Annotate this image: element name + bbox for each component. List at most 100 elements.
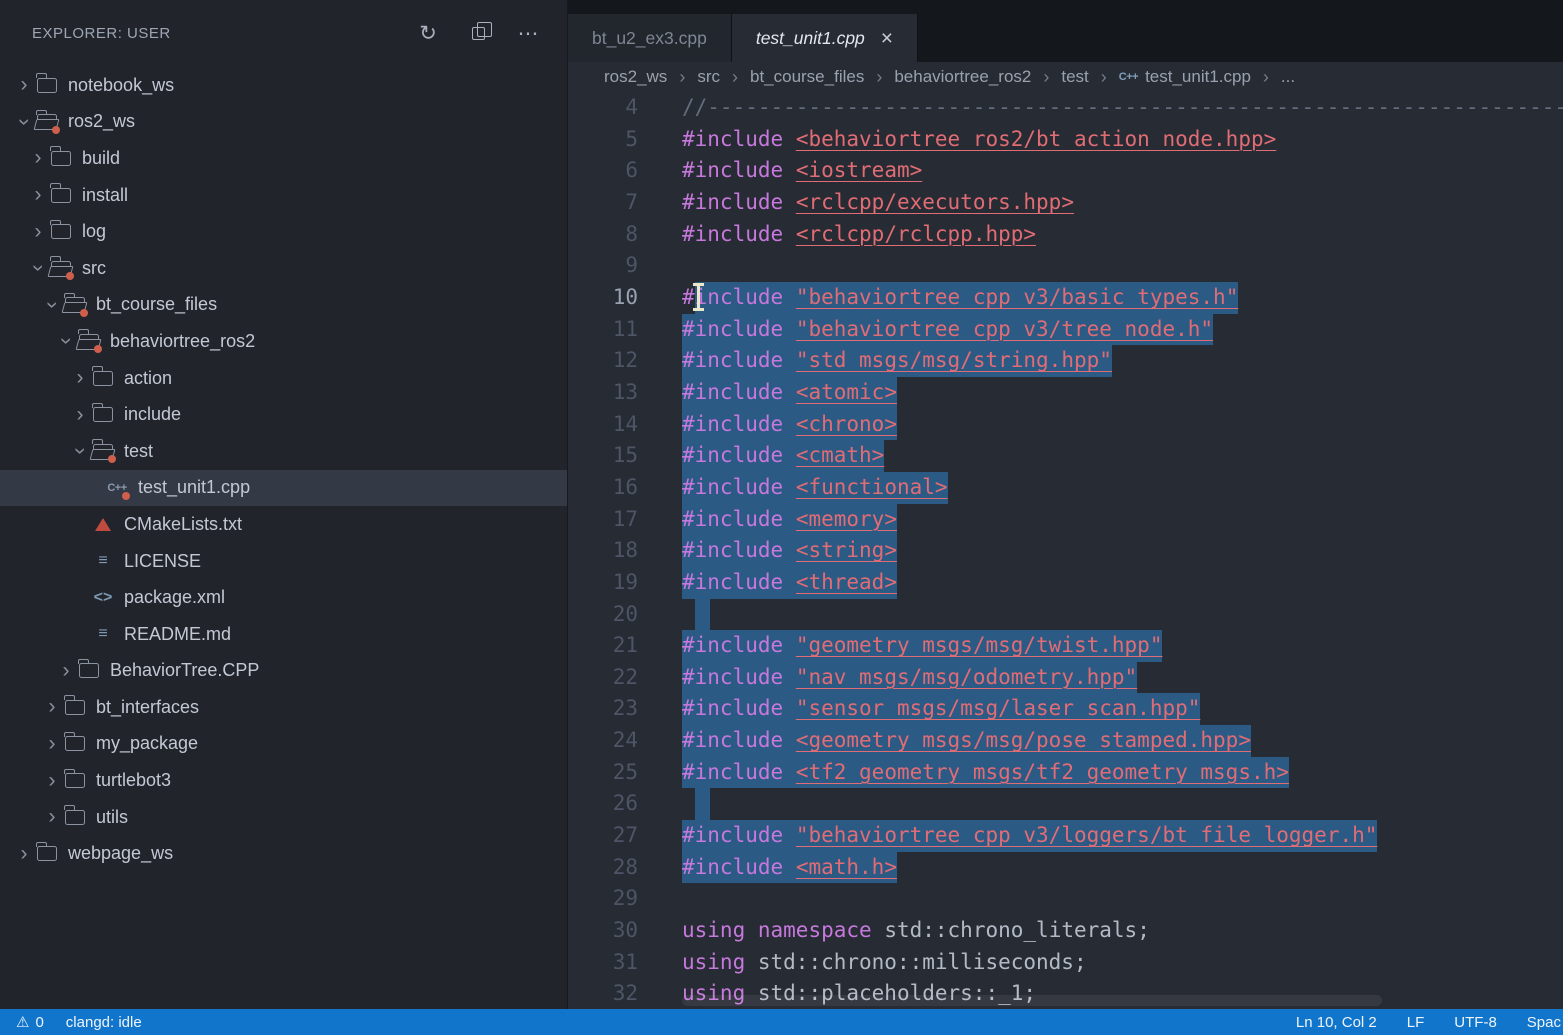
breadcrumb-item[interactable]: ... <box>1281 67 1295 87</box>
tree-item-label: my_package <box>95 733 198 754</box>
encoding-indicator[interactable]: UTF-8 <box>1454 1014 1497 1031</box>
tree-item-ros2-ws[interactable]: ›ros2_ws <box>0 104 567 141</box>
tree-item-include[interactable]: ›include <box>0 396 567 433</box>
tab-test-unit1-cpp[interactable]: test_unit1.cpp× <box>732 14 918 62</box>
code-line-29[interactable]: 29 <box>568 883 1563 915</box>
tree-item-webpage-ws[interactable]: ›webpage_ws <box>0 835 567 872</box>
tree-item-label: install <box>81 185 128 206</box>
token-str: <tf2_geometry_msgs/tf2_geometry_msgs.h> <box>796 760 1289 784</box>
code-line-17[interactable]: 17#include <memory> <box>568 504 1563 536</box>
code-line-6[interactable]: 6#include <iostream> <box>568 155 1563 187</box>
tree-item-install[interactable]: ›install <box>0 177 567 214</box>
breadcrumb-item[interactable]: C++test_unit1.cpp <box>1119 67 1251 87</box>
breadcrumb-label: test_unit1.cpp <box>1145 67 1251 87</box>
code-line-28[interactable]: 28#include <math.h> <box>568 852 1563 884</box>
token-kw: #include <box>682 696 783 720</box>
gutter-gap <box>638 725 682 757</box>
token-kw: #include <box>682 633 783 657</box>
tree-item-behaviortree-ros2[interactable]: ›behaviortree_ros2 <box>0 323 567 360</box>
breadcrumb-label: ros2_ws <box>604 67 667 87</box>
token-pl <box>783 190 796 214</box>
line-number: 29 <box>568 883 638 915</box>
tree-item-action[interactable]: ›action <box>0 360 567 397</box>
code-line-15[interactable]: 15#include <cmath> <box>568 440 1563 472</box>
tree-item-test-unit1-cpp[interactable]: C++test_unit1.cpp <box>0 470 567 507</box>
tree-item-label: include <box>123 404 181 425</box>
explorer-header: EXPLORER: USER ↻⋯ <box>0 0 567 66</box>
token-pl <box>783 760 796 784</box>
code-line-9[interactable]: 9 <box>568 250 1563 282</box>
clangd-status[interactable]: clangd: idle <box>66 1014 142 1031</box>
code-line-7[interactable]: 7#include <rclcpp/executors.hpp> <box>568 187 1563 219</box>
tree-item-label: turtlebot3 <box>95 770 171 791</box>
cursor-position-indicator[interactable]: Ln 10, Col 2 <box>1296 1014 1377 1031</box>
breadcrumb-item[interactable]: ros2_ws <box>604 67 667 87</box>
file-tree: ›notebook_ws›ros2_ws›build›install›log›s… <box>0 66 567 1009</box>
code-line-16[interactable]: 16#include <functional> <box>568 472 1563 504</box>
line-number: 13 <box>568 377 638 409</box>
tree-item-turtlebot3[interactable]: ›turtlebot3 <box>0 762 567 799</box>
tree-item-build[interactable]: ›build <box>0 140 567 177</box>
indentation-indicator[interactable]: Spac <box>1527 1014 1561 1031</box>
code-line-18[interactable]: 18#include <string> <box>568 535 1563 567</box>
code-line-12[interactable]: 12#include "std_msgs/msg/string.hpp" <box>568 345 1563 377</box>
chevron-right-icon: › <box>12 842 36 866</box>
gutter-gap <box>638 250 682 282</box>
breadcrumb-item[interactable]: test <box>1061 67 1088 87</box>
tree-item-test[interactable]: ›test <box>0 433 567 470</box>
gutter-gap <box>638 377 682 409</box>
tree-item-license[interactable]: ≡LICENSE <box>0 543 567 580</box>
code-line-11[interactable]: 11#include "behaviortree_cpp_v3/tree_nod… <box>568 314 1563 346</box>
code-line-8[interactable]: 8#include <rclcpp/rclcpp.hpp> <box>568 219 1563 251</box>
token-kw: #include <box>682 127 783 151</box>
tree-item-readme-md[interactable]: ≡README.md <box>0 616 567 653</box>
tree-item-log[interactable]: ›log <box>0 213 567 250</box>
gutter-gap <box>638 345 682 377</box>
tree-item-my-package[interactable]: ›my_package <box>0 726 567 763</box>
tree-item-package-xml[interactable]: <>package.xml <box>0 579 567 616</box>
line-number: 5 <box>568 124 638 156</box>
token-str: <memory> <box>796 507 897 531</box>
eol-indicator[interactable]: LF <box>1407 1014 1425 1031</box>
code-line-21[interactable]: 21#include "geometry_msgs/msg/twist.hpp" <box>568 630 1563 662</box>
tree-item-src[interactable]: ›src <box>0 250 567 287</box>
code-line-10[interactable]: 10#include "behaviortree_cpp_v3/basic_ty… <box>568 282 1563 314</box>
line-number: 32 <box>568 978 638 1009</box>
code-line-22[interactable]: 22#include "nav_msgs/msg/odometry.hpp" <box>568 662 1563 694</box>
code-line-4[interactable]: 4//-------------------------------------… <box>568 92 1563 124</box>
refresh-icon[interactable]: ↻ <box>417 22 439 44</box>
tree-item-notebook-ws[interactable]: ›notebook_ws <box>0 67 567 104</box>
tree-item-cmakelists-txt[interactable]: CMakeLists.txt <box>0 506 567 543</box>
horizontal-scrollbar[interactable] <box>682 995 1382 1006</box>
code-editor[interactable]: 4//-------------------------------------… <box>568 92 1563 1009</box>
more-actions-icon[interactable]: ⋯ <box>517 22 539 44</box>
tree-item-label: log <box>81 221 106 242</box>
warning-icon: ⚠ <box>16 1013 29 1031</box>
code-line-30[interactable]: 30using namespace std::chrono_literals; <box>568 915 1563 947</box>
line-number: 21 <box>568 630 638 662</box>
code-line-14[interactable]: 14#include <chrono> <box>568 409 1563 441</box>
code-line-31[interactable]: 31using std::chrono::milliseconds; <box>568 947 1563 979</box>
code-line-23[interactable]: 23#include "sensor_msgs/msg/laser_scan.h… <box>568 693 1563 725</box>
breadcrumb-item[interactable]: src <box>697 67 720 87</box>
code-line-20[interactable]: 20 <box>568 599 1563 631</box>
code-line-24[interactable]: 24#include <geometry_msgs/msg/pose_stamp… <box>568 725 1563 757</box>
tree-item-bt-course-files[interactable]: ›bt_course_files <box>0 287 567 324</box>
copy-editors-icon[interactable] <box>467 22 489 44</box>
code-line-19[interactable]: 19#include <thread> <box>568 567 1563 599</box>
close-icon[interactable]: × <box>881 28 893 49</box>
tab-bt-u2-ex3-cpp[interactable]: bt_u2_ex3.cpp <box>568 14 732 62</box>
code-line-26[interactable]: 26 <box>568 788 1563 820</box>
code-line-13[interactable]: 13#include <atomic> <box>568 377 1563 409</box>
tree-item-utils[interactable]: ›utils <box>0 799 567 836</box>
code-line-25[interactable]: 25#include <tf2_geometry_msgs/tf2_geomet… <box>568 757 1563 789</box>
token-pl <box>783 475 796 499</box>
line-number: 20 <box>568 599 638 631</box>
breadcrumb-item[interactable]: behaviortree_ros2 <box>894 67 1031 87</box>
code-line-27[interactable]: 27#include "behaviortree_cpp_v3/loggers/… <box>568 820 1563 852</box>
tree-item-behaviortree-cpp[interactable]: ›BehaviorTree.CPP <box>0 653 567 690</box>
problems-indicator[interactable]: ⚠ 0 <box>16 1013 44 1031</box>
breadcrumb-item[interactable]: bt_course_files <box>750 67 864 87</box>
tree-item-bt-interfaces[interactable]: ›bt_interfaces <box>0 689 567 726</box>
code-line-5[interactable]: 5#include <behaviortree_ros2/bt_action_n… <box>568 124 1563 156</box>
